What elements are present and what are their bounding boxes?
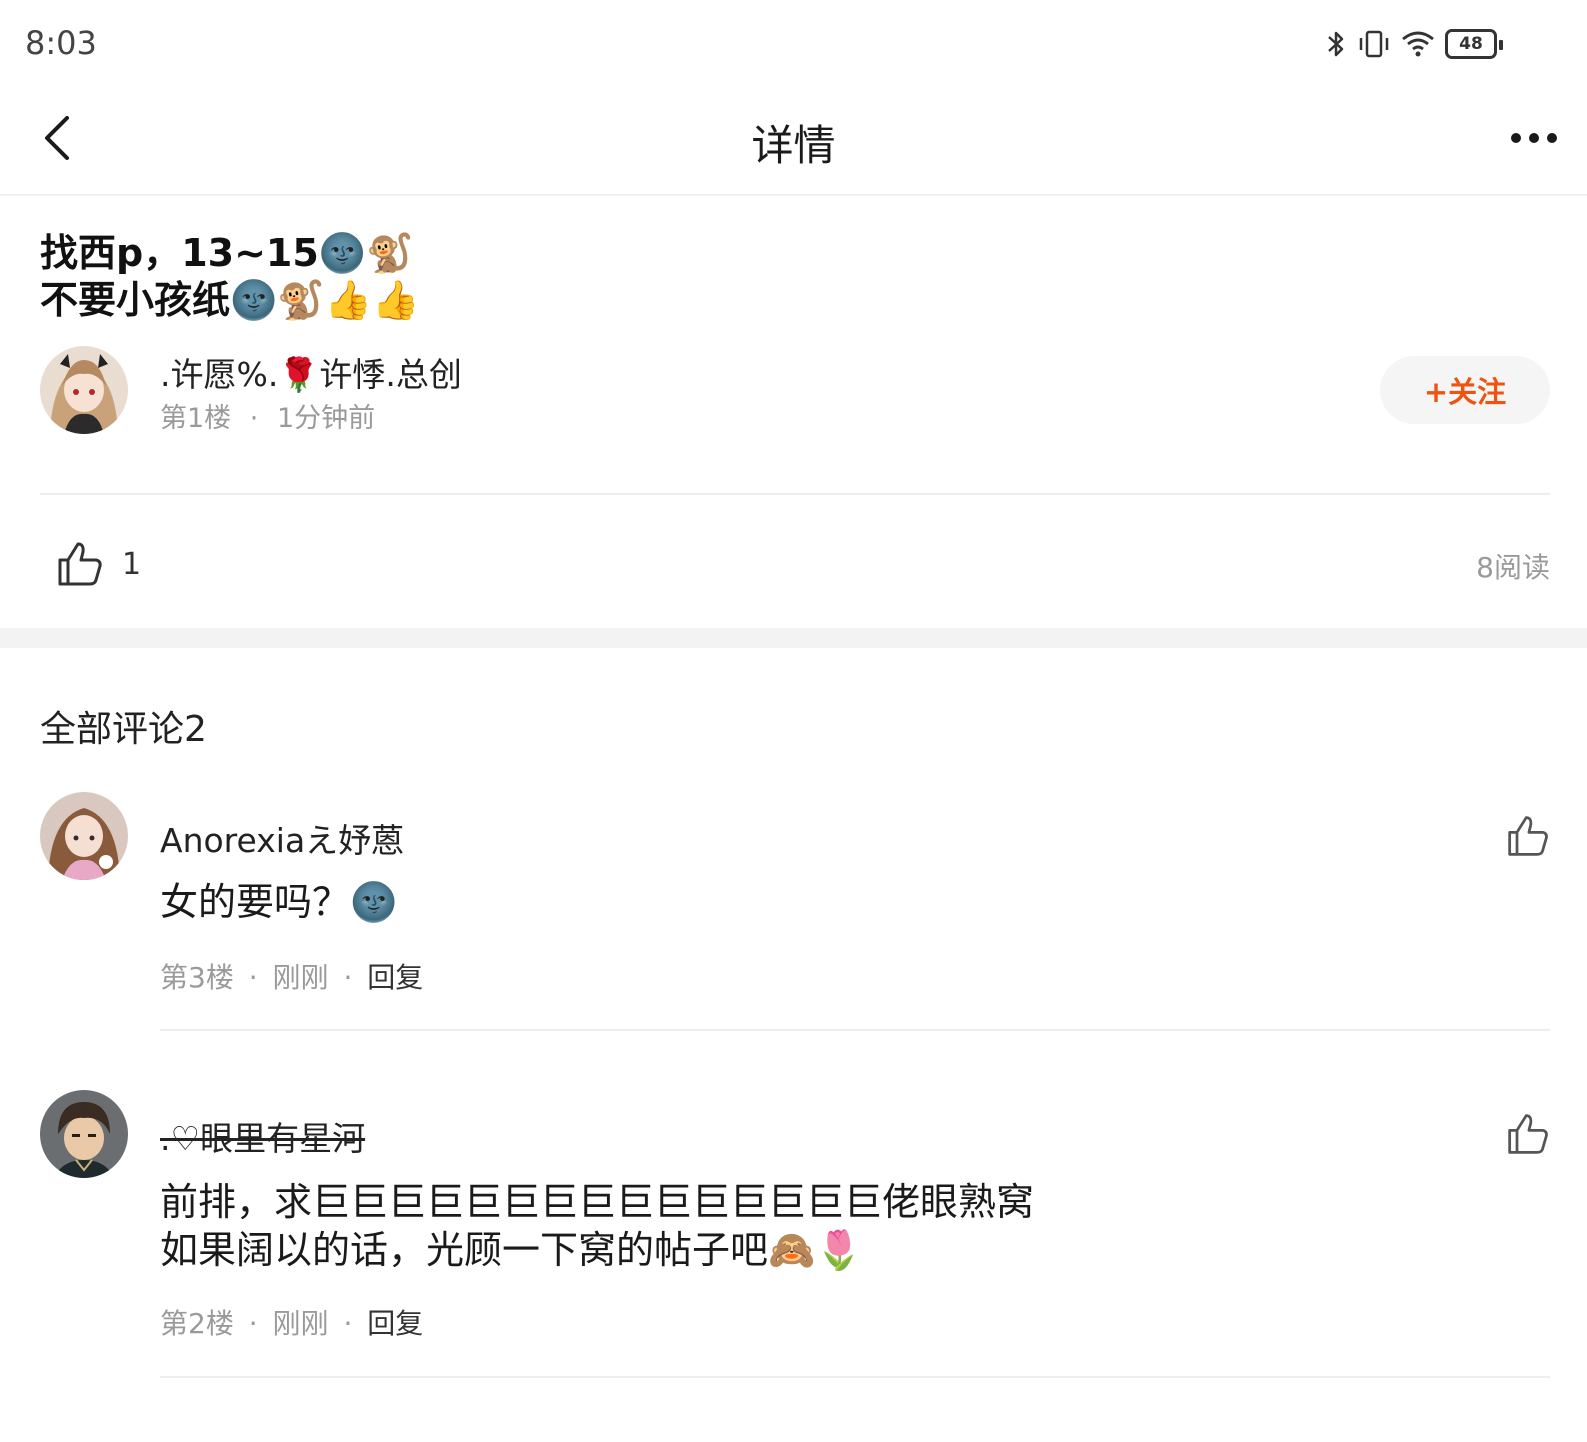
comment-avatar[interactable] [40, 1090, 128, 1178]
thumbs-up-icon [58, 542, 102, 586]
comment-like-button[interactable] [1506, 1112, 1550, 1156]
post-title-line-2: 不要小孩纸🌚🐒👍👍 [40, 278, 420, 322]
comment-floor: 第3楼 [160, 961, 234, 994]
bluetooth-icon [1328, 31, 1344, 57]
wifi-icon [1402, 31, 1434, 57]
comment-line: 如果阔以的话，光顾一下窝的帖子吧🙈🌷 [160, 1228, 863, 1272]
author-row: .许愿%.🌹许悸.总创 第1楼 · 1分钟前 +关注 [40, 346, 1550, 438]
reply-button[interactable]: 回复 [367, 1307, 423, 1340]
comment-floor: 第2楼 [160, 1307, 234, 1340]
post-meta: 第1楼 · 1分钟前 [160, 396, 375, 435]
author-avatar[interactable] [40, 346, 128, 434]
comment-text: 前排，求巨巨巨巨巨巨巨巨巨巨巨巨巨巨巨佬眼熟窝 如果阔以的话，光顾一下窝的帖子吧… [160, 1178, 1034, 1274]
comment-line: 前排，求巨巨巨巨巨巨巨巨巨巨巨巨巨巨巨佬眼熟窝 [160, 1180, 1035, 1224]
more-dots-icon [1511, 133, 1521, 143]
status-time: 8:03 [25, 24, 97, 62]
avatar-image [40, 792, 128, 880]
vibrate-icon [1359, 30, 1389, 58]
comment-meta: 第3楼 · 刚刚 · 回复 [160, 956, 423, 996]
read-count: 8阅读 [1476, 551, 1550, 584]
author-name[interactable]: .许愿%.🌹许悸.总创 [160, 348, 462, 396]
post-title-line-1: 找西p，13~15🌚🐒 [40, 231, 414, 275]
divider [160, 1029, 1550, 1031]
comments-header: 全部评论2 [40, 709, 207, 750]
meta-separator: · [343, 1307, 353, 1340]
nav-bar: 详情 [0, 90, 1587, 196]
follow-button[interactable]: +关注 [1380, 356, 1550, 424]
post-title: 找西p，13~15🌚🐒 不要小孩纸🌚🐒👍👍 [40, 230, 940, 324]
post-time: 1分钟前 [276, 403, 376, 434]
comment-item: .♡眼里有星河 前排，求巨巨巨巨巨巨巨巨巨巨巨巨巨巨巨佬眼熟窝 如果阔以的话，光… [40, 1090, 1550, 1380]
divider [160, 1376, 1550, 1378]
post-floor: 第1楼 [160, 403, 232, 434]
status-icons: 48 [1325, 26, 1503, 62]
comment-line: 女的要吗？🌚 [160, 880, 398, 924]
meta-separator: · [249, 403, 259, 434]
comment-time: 刚刚 [272, 1307, 329, 1340]
screen: 8:03 48 详情 找西p，13~15🌚🐒 不要小孩纸🌚🐒👍👍 .许愿%.🌹许… [0, 0, 1587, 1442]
status-bar: 8:03 48 [0, 0, 1587, 90]
page-title: 详情 [751, 121, 836, 170]
post-like-button[interactable]: 1 [56, 536, 141, 592]
section-separator [0, 628, 1587, 648]
meta-separator: · [248, 1307, 258, 1340]
avatar-image [40, 1090, 128, 1178]
battery-level: 48 [1459, 34, 1483, 54]
comment-username[interactable]: .♡眼里有星河 [160, 1112, 365, 1160]
divider [40, 493, 1550, 495]
meta-separator: · [343, 961, 353, 994]
battery-icon: 48 [1445, 29, 1503, 59]
comment-time: 刚刚 [272, 961, 329, 994]
comment-like-button[interactable] [1506, 814, 1550, 858]
avatar-image [40, 346, 128, 434]
more-button[interactable] [1503, 112, 1565, 164]
comment-item: Anorexiaえ妤蒽 女的要吗？🌚 第3楼 · 刚刚 · 回复 [40, 792, 1550, 1032]
post-actions: 1 8阅读 [40, 520, 1550, 610]
reply-button[interactable]: 回复 [367, 961, 423, 994]
like-count: 1 [122, 546, 142, 582]
comment-meta: 第2楼 · 刚刚 · 回复 [160, 1302, 423, 1342]
comment-username[interactable]: Anorexiaえ妤蒽 [160, 814, 404, 862]
meta-separator: · [248, 961, 258, 994]
comment-text: 女的要吗？🌚 [160, 878, 397, 926]
comment-avatar[interactable] [40, 792, 128, 880]
